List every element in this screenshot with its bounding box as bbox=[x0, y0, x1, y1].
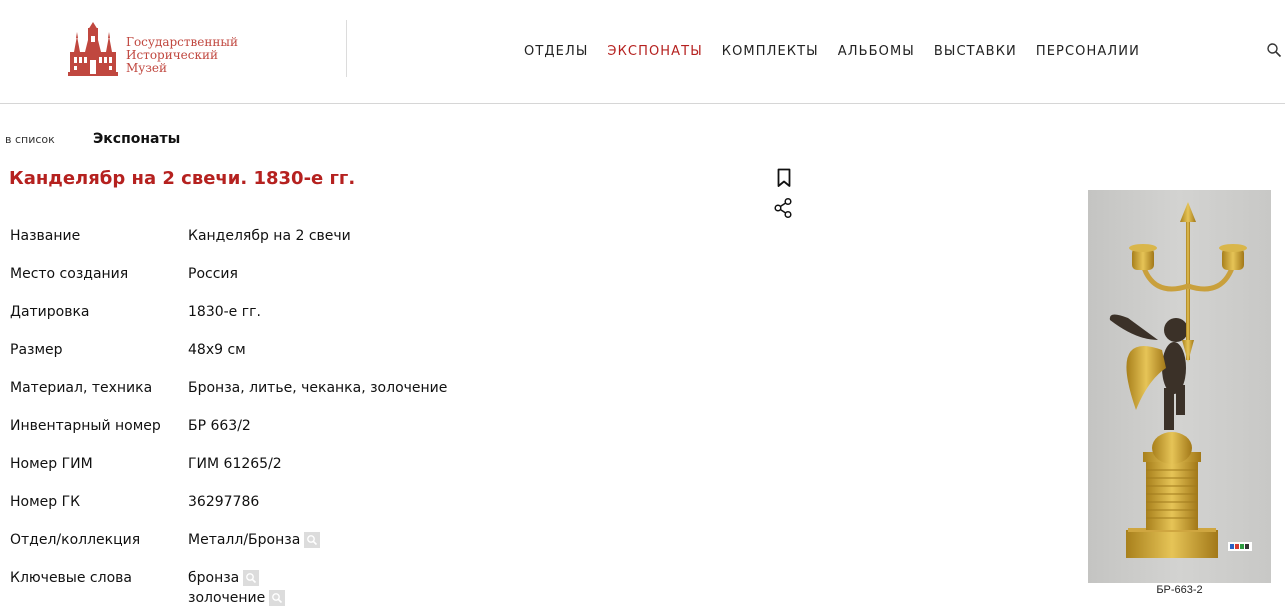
property-label: Размер bbox=[10, 342, 63, 358]
logo-line-3: Музей bbox=[126, 61, 167, 75]
property-label: Материал, техника bbox=[10, 380, 153, 396]
property-value-link[interactable]: Металл/Бронза bbox=[188, 530, 300, 550]
property-label: Инвентарный номер bbox=[10, 418, 161, 434]
keyword-link[interactable]: бронза bbox=[188, 568, 239, 588]
bookmark-icon[interactable] bbox=[776, 168, 792, 188]
property-row-keywords: Ключевые слова бронза золочение bbox=[10, 568, 630, 606]
nav-item-persons[interactable]: ПЕРСОНАЛИИ bbox=[1036, 43, 1140, 61]
property-row-inventory: Инвентарный номер БР 663/2 bbox=[10, 416, 630, 454]
magnifier-icon[interactable] bbox=[304, 532, 321, 548]
museum-logo-text: Государственный Исторический Музей bbox=[126, 36, 238, 75]
property-row-collection: Отдел/коллекция Металл/Бронза bbox=[10, 530, 630, 568]
property-label: Ключевые слова bbox=[10, 570, 132, 586]
magnifier-icon[interactable] bbox=[269, 590, 286, 606]
property-row-place: Место создания Россия bbox=[10, 264, 630, 302]
museum-logo[interactable]: Государственный Исторический Музей bbox=[68, 22, 238, 78]
museum-building-icon bbox=[68, 22, 118, 76]
object-photo[interactable] bbox=[1088, 190, 1271, 583]
nav-item-albums[interactable]: АЛЬБОМЫ bbox=[838, 43, 915, 61]
image-caption: БР-663-2 bbox=[1156, 584, 1203, 596]
property-value: Канделябр на 2 свечи bbox=[188, 228, 351, 244]
nav-item-exhibits[interactable]: ЭКСПОНАТЫ bbox=[607, 43, 702, 61]
property-label: Место создания bbox=[10, 266, 129, 282]
back-to-list-link[interactable]: в список bbox=[5, 133, 55, 146]
property-value: ГИМ 61265/2 bbox=[188, 456, 282, 472]
property-value: Россия bbox=[188, 266, 238, 282]
property-row-material: Материал, техника Бронза, литье, чеканка… bbox=[10, 378, 630, 416]
property-row-name: Название Канделябр на 2 свечи bbox=[10, 226, 630, 264]
properties-table: Название Канделябр на 2 свечи Место созд… bbox=[10, 226, 630, 606]
breadcrumb-current: Экспонаты bbox=[93, 131, 181, 147]
nav-item-exhibitions[interactable]: ВЫСТАВКИ bbox=[934, 43, 1017, 61]
property-label: Датировка bbox=[10, 304, 90, 320]
property-value: 48x9 см bbox=[188, 342, 246, 358]
property-row-gim-number: Номер ГИМ ГИМ 61265/2 bbox=[10, 454, 630, 492]
keyword-link[interactable]: золочение bbox=[188, 588, 265, 608]
site-header: Государственный Исторический Музей ОТДЕЛ… bbox=[0, 0, 1285, 104]
candelabrum-image bbox=[1109, 202, 1252, 558]
property-label: Отдел/коллекция bbox=[10, 532, 141, 548]
page-title: Канделябр на 2 свечи. 1830-е гг. bbox=[9, 168, 356, 189]
nav-item-departments[interactable]: ОТДЕЛЫ bbox=[524, 43, 588, 61]
property-value: БР 663/2 bbox=[188, 418, 251, 434]
property-row-dating: Датировка 1830-е гг. bbox=[10, 302, 630, 340]
property-label: Номер ГИМ bbox=[10, 456, 93, 472]
header-divider bbox=[346, 20, 347, 77]
magnifier-icon[interactable] bbox=[243, 570, 260, 586]
property-value: Бронза, литье, чеканка, золочение bbox=[188, 380, 448, 396]
property-row-gk-number: Номер ГК 36297786 bbox=[10, 492, 630, 530]
property-label: Номер ГК bbox=[10, 494, 81, 510]
property-value: 36297786 bbox=[188, 494, 260, 510]
main-nav: ОТДЕЛЫ ЭКСПОНАТЫ КОМПЛЕКТЫ АЛЬБОМЫ ВЫСТА… bbox=[524, 43, 1159, 61]
property-value: 1830-е гг. bbox=[188, 304, 261, 320]
property-row-size: Размер 48x9 см bbox=[10, 340, 630, 378]
share-icon[interactable] bbox=[773, 197, 793, 219]
nav-item-sets[interactable]: КОМПЛЕКТЫ bbox=[722, 43, 819, 61]
property-label: Название bbox=[10, 228, 81, 244]
search-icon[interactable] bbox=[1266, 42, 1282, 58]
